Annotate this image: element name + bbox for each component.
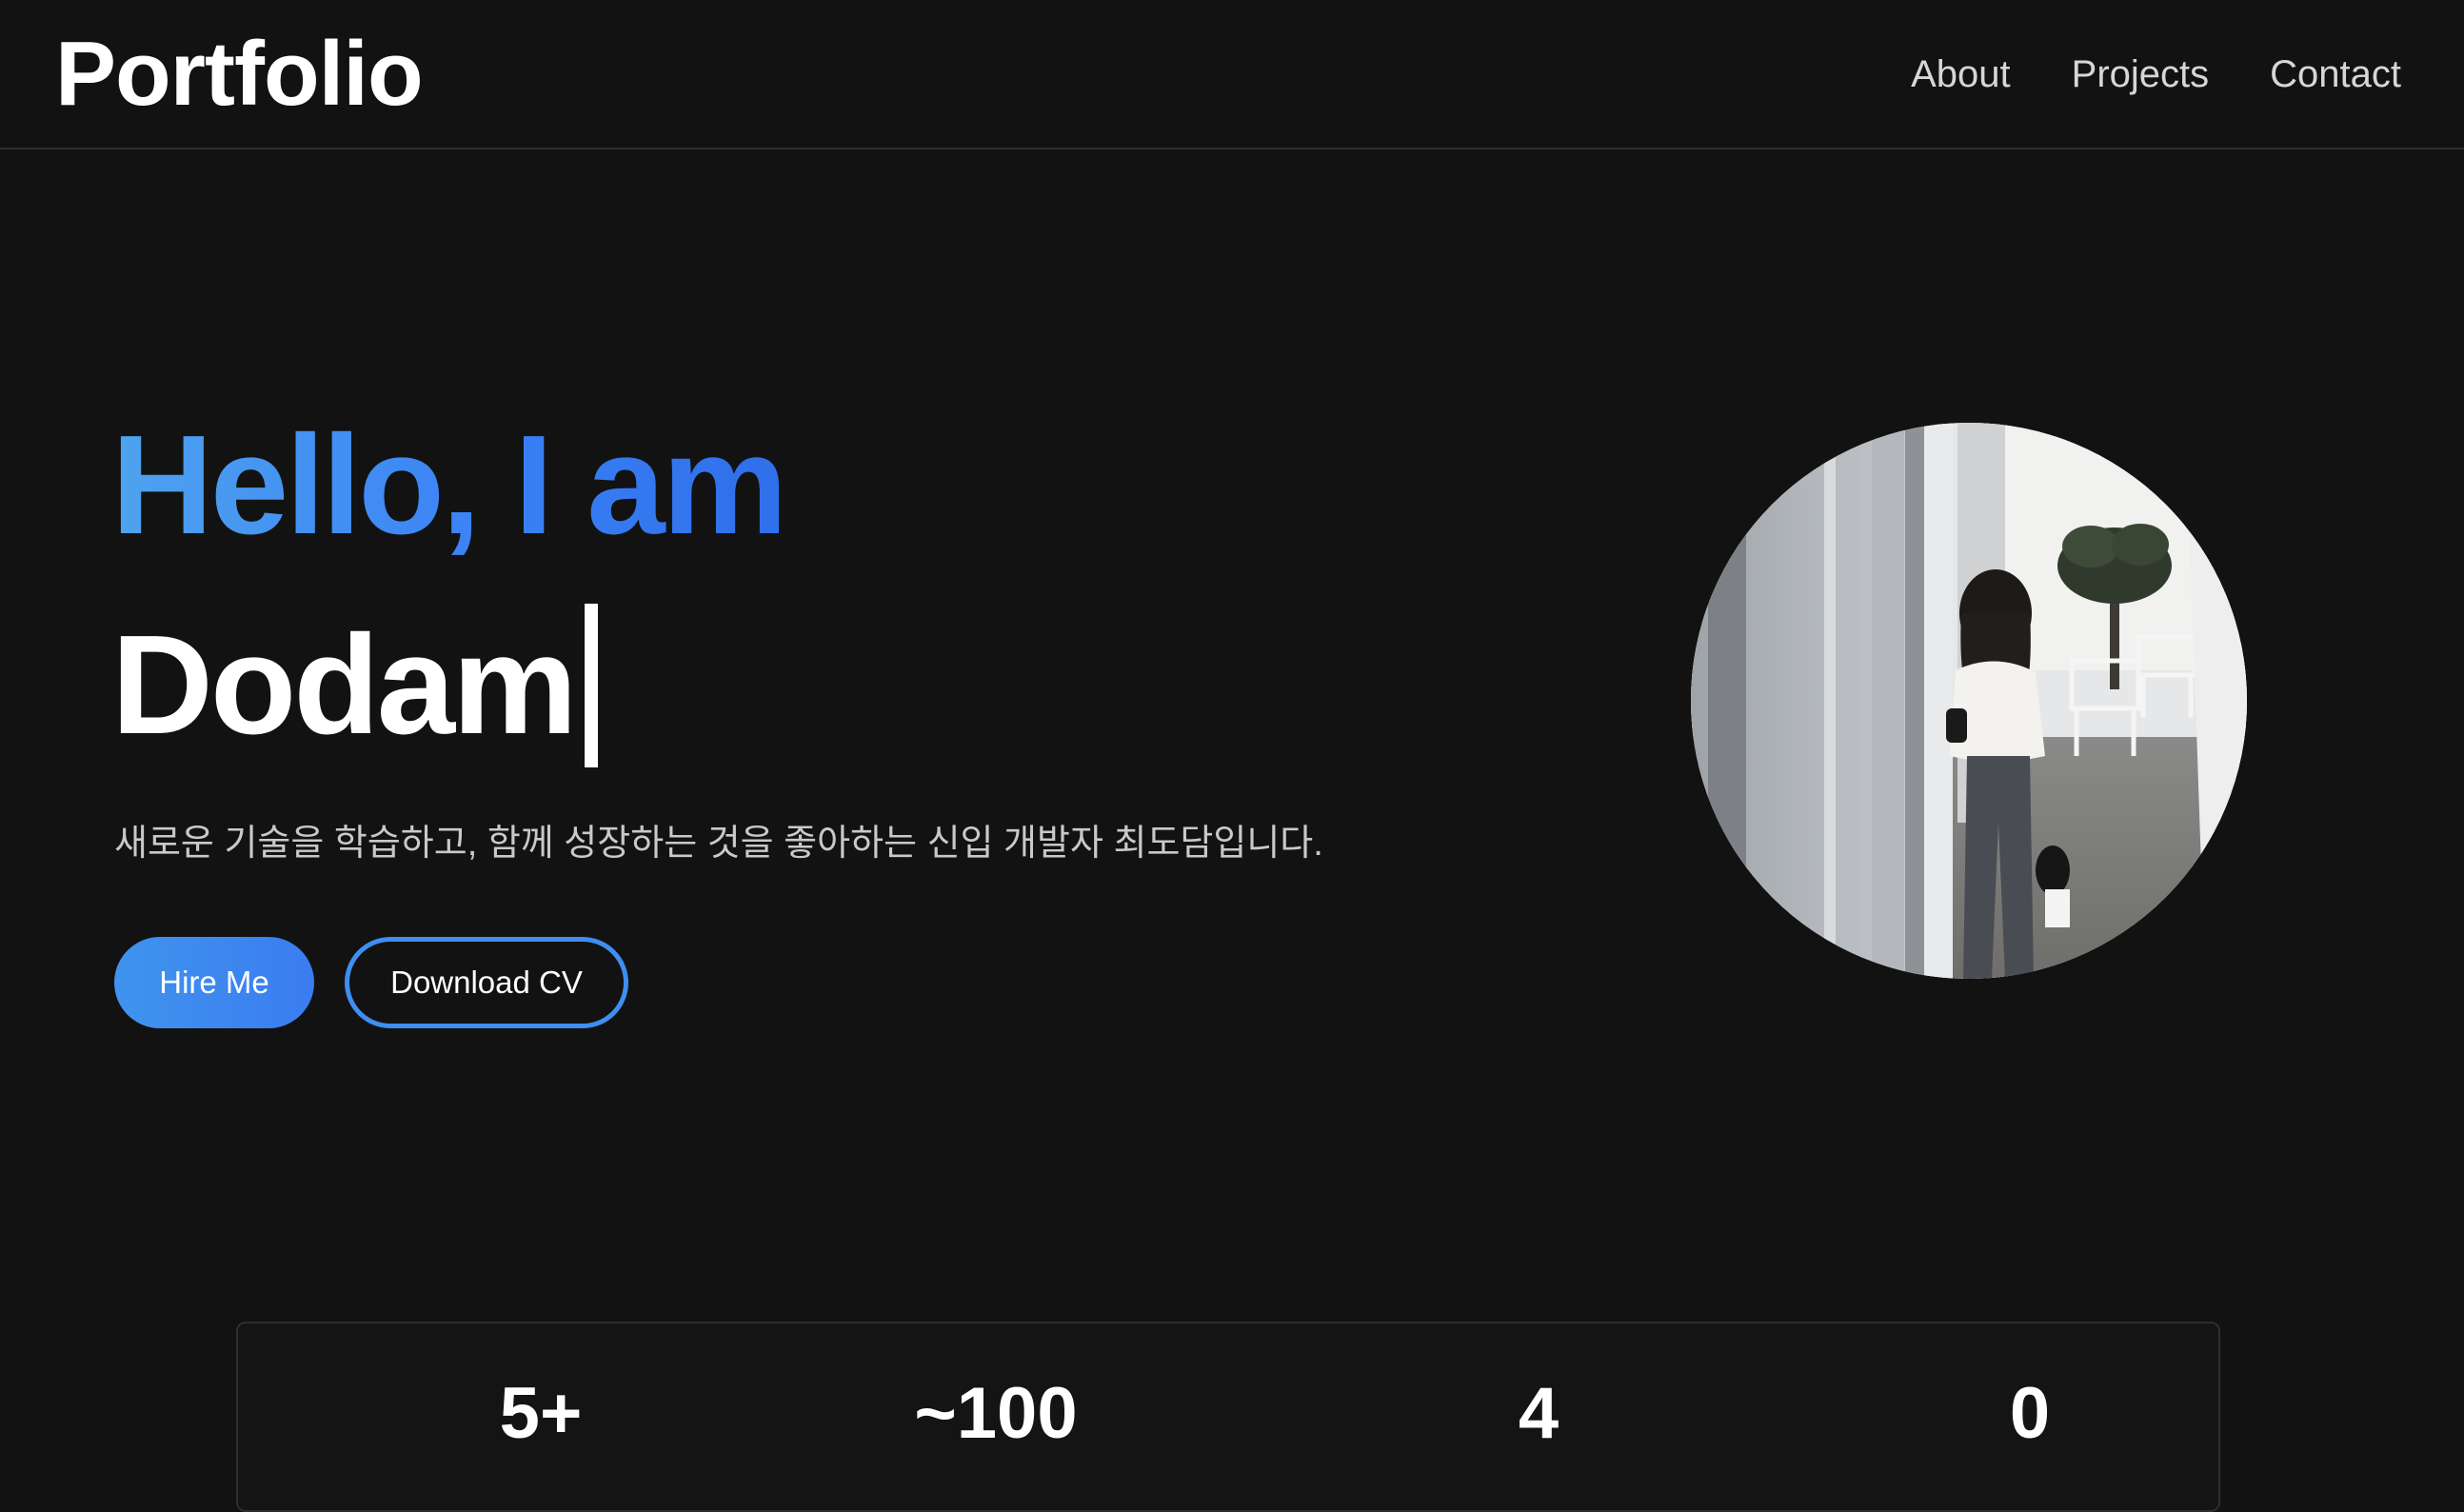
profile-photo [1691, 423, 2247, 979]
stat-value-4: 0 [2009, 1373, 2051, 1454]
main-nav: About Projects Contact [1911, 48, 2401, 101]
stat-value-2: ~100 [914, 1373, 1078, 1454]
site-header: Portfolio About Projects Contact [0, 0, 2464, 149]
hero-description: 새로운 기술을 학습하고, 함께 성장하는 것을 좋아하는 신입 개발자 최도담… [114, 824, 1323, 864]
hire-me-button[interactable]: Hire Me [114, 937, 314, 1028]
site-logo[interactable]: Portfolio [55, 27, 424, 122]
stats-card: 5+ ~100 4 0 [236, 1322, 2220, 1512]
typing-cursor [584, 604, 598, 767]
nav-contact-link[interactable]: Contact [2270, 48, 2401, 101]
hero-name-line: Dodam [111, 602, 598, 769]
stat-value-3: 4 [1518, 1373, 1560, 1454]
stat-value-1: 5+ [499, 1373, 583, 1454]
nav-projects-link[interactable]: Projects [2072, 48, 2210, 101]
download-cv-button[interactable]: Download CV [345, 937, 628, 1028]
nav-about-link[interactable]: About [1911, 48, 2011, 101]
profile-photo-image [1691, 423, 2247, 979]
hero-greeting: Hello, I am [111, 407, 787, 564]
hero-name: Dodam [111, 607, 578, 764]
hero-actions: Hire Me Download CV [114, 937, 628, 1028]
